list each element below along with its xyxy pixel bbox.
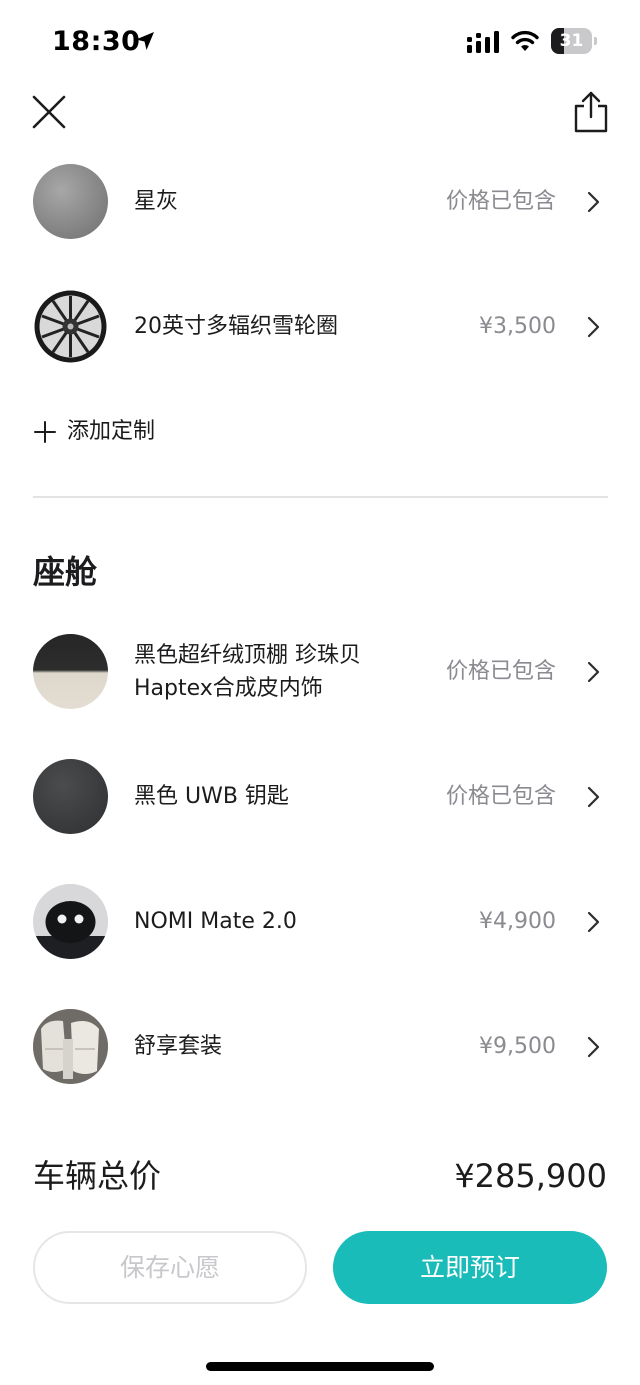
add-customization-label: 添加定制 xyxy=(67,419,156,444)
seat-icon xyxy=(33,1009,108,1084)
key-swatch xyxy=(33,759,108,834)
option-row-nomi[interactable]: NOMI Mate 2.0 ¥4,900 xyxy=(0,872,640,972)
battery-indicator: 31 xyxy=(551,28,597,54)
nomi-robot-icon xyxy=(33,884,108,959)
plus-icon xyxy=(34,421,56,443)
chevron-right-icon xyxy=(587,661,600,683)
chevron-right-icon xyxy=(587,786,600,808)
home-indicator[interactable] xyxy=(206,1362,434,1371)
option-price: 价格已包含 xyxy=(445,659,556,684)
wheel-icon xyxy=(34,290,107,363)
option-label: 黑色 UWB 钥匙 xyxy=(134,784,289,809)
status-time: 18:30 xyxy=(52,26,141,57)
option-label-line2: Haptex合成皮内饰 xyxy=(134,676,323,701)
chevron-right-icon xyxy=(587,316,600,338)
option-label-line1: 黑色超纤绒顶棚 珍珠贝 xyxy=(134,643,361,668)
reserve-now-button[interactable]: 立即预订 xyxy=(333,1231,607,1304)
chevron-right-icon xyxy=(587,191,600,213)
chevron-right-icon xyxy=(587,911,600,933)
close-icon[interactable] xyxy=(30,93,68,131)
interior-swatch xyxy=(33,634,108,709)
status-bar: 18:30 31 xyxy=(0,0,640,84)
cellular-signal-icon xyxy=(467,31,499,53)
section-title-cabin: 座舱 xyxy=(33,553,98,591)
option-price: 价格已包含 xyxy=(445,784,556,809)
nomi-thumbnail xyxy=(33,884,108,959)
option-row-comfort-package[interactable]: 舒享套装 ¥9,500 xyxy=(0,997,640,1097)
option-price: 价格已包含 xyxy=(445,189,556,214)
wifi-icon xyxy=(511,30,539,51)
option-label: 20英寸多辐织雪轮圈 xyxy=(134,314,338,339)
option-label: 舒享套装 xyxy=(134,1034,223,1059)
seat-thumbnail xyxy=(33,1009,108,1084)
option-row-paint[interactable]: 星灰 价格已包含 xyxy=(0,152,640,252)
option-row-interior[interactable]: 黑色超纤绒顶棚 珍珠贝 Haptex合成皮内饰 价格已包含 xyxy=(0,622,640,722)
battery-level: 31 xyxy=(559,31,584,51)
option-price: ¥3,500 xyxy=(479,314,556,339)
option-row-key[interactable]: 黑色 UWB 钥匙 价格已包含 xyxy=(0,747,640,847)
chevron-right-icon xyxy=(587,1036,600,1058)
option-label: 星灰 xyxy=(134,189,179,214)
section-divider xyxy=(33,496,608,498)
total-price-label: 车辆总价 xyxy=(33,1157,162,1195)
option-label: NOMI Mate 2.0 xyxy=(134,909,297,934)
paint-swatch xyxy=(33,164,108,239)
option-price: ¥4,900 xyxy=(479,909,556,934)
option-price: ¥9,500 xyxy=(479,1034,556,1059)
share-icon[interactable] xyxy=(570,90,612,134)
location-arrow-icon xyxy=(136,32,154,50)
battery-cap xyxy=(594,37,597,45)
option-row-wheels[interactable]: 20英寸多辐织雪轮圈 ¥3,500 xyxy=(0,277,640,377)
battery-body: 31 xyxy=(551,28,592,54)
wheel-thumbnail xyxy=(33,289,108,364)
total-price-value: ¥285,900 xyxy=(454,1157,607,1195)
save-wishlist-button[interactable]: 保存心愿 xyxy=(33,1231,307,1304)
